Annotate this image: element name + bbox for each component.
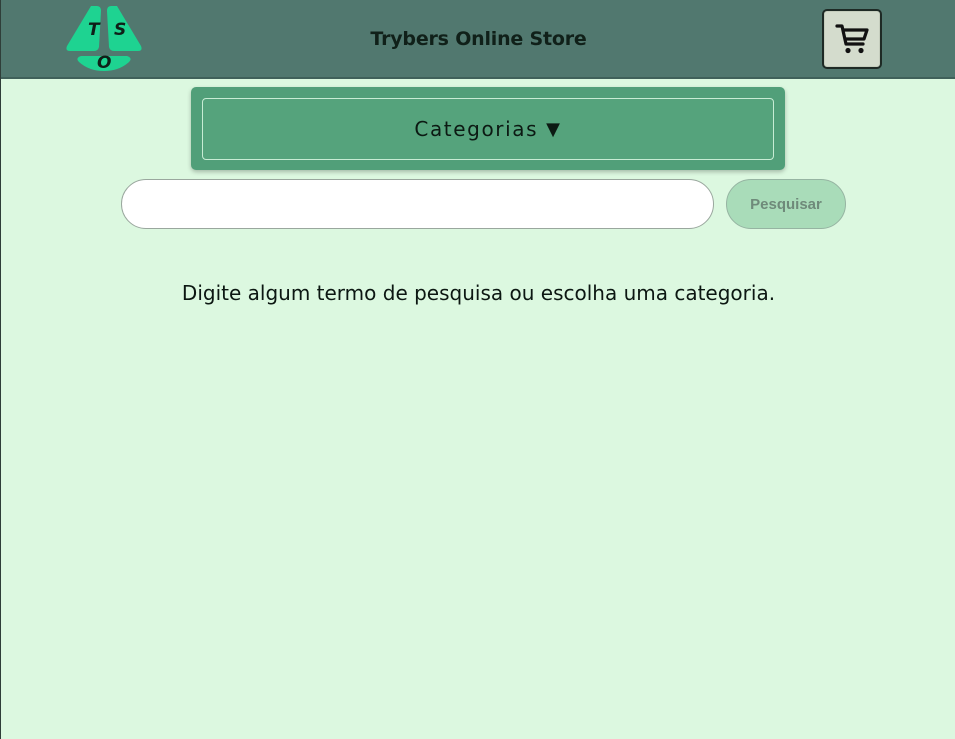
categories-panel: Categorias ▼ [191, 87, 785, 170]
search-hint-text: Digite algum termo de pesquisa ou escolh… [181, 281, 776, 305]
logo-letter-o: O [97, 53, 111, 72]
search-button[interactable]: Pesquisar [726, 179, 846, 229]
search-input[interactable] [121, 179, 714, 229]
chevron-down-icon: ▼ [546, 118, 562, 140]
shopping-cart-icon [835, 24, 869, 54]
cart-button[interactable] [822, 9, 882, 69]
store-title: Trybers Online Store [370, 28, 587, 50]
header: T S O Trybers Online Store [1, 0, 955, 79]
categories-label: Categorias [414, 117, 539, 141]
categories-dropdown-button[interactable]: Categorias ▼ [202, 98, 774, 160]
